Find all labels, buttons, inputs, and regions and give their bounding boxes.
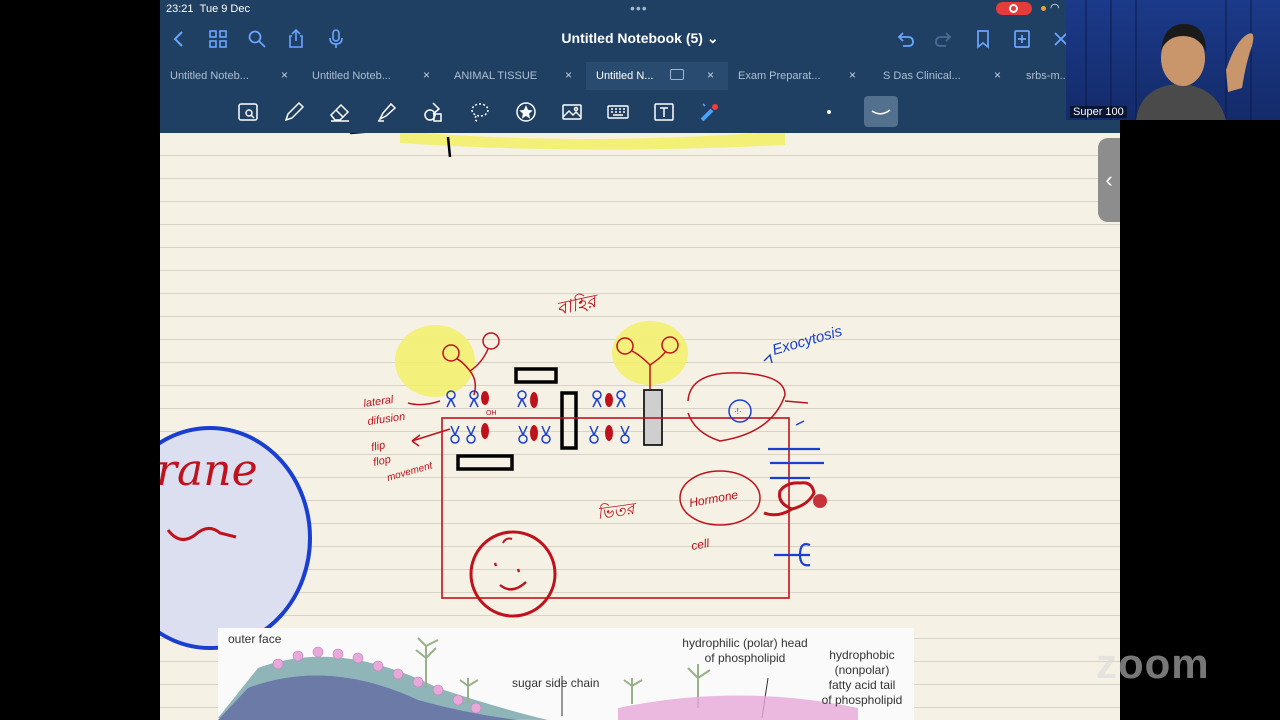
tab-label: ANIMAL TISSUE bbox=[454, 70, 538, 82]
lateral-diffusion-label-2: difusion bbox=[367, 411, 406, 428]
tab-untitled-notebook-active[interactable]: Untitled N... × bbox=[586, 62, 728, 90]
chevron-left-icon: ‹ bbox=[1105, 167, 1113, 192]
big-partial-word: rane bbox=[160, 445, 258, 496]
cell-membrane-figure: outer face sugar side chain hydrophilic … bbox=[218, 628, 914, 720]
tab-label: Untitled Noteb... bbox=[312, 70, 391, 82]
image-icon[interactable] bbox=[558, 98, 586, 126]
flop-label: flop bbox=[372, 454, 392, 469]
split-view-icon[interactable] bbox=[670, 69, 684, 80]
multitask-dots[interactable]: ••• bbox=[630, 0, 648, 16]
hydrophobic-tail-label: hydrophobic (nonpolar) fatty acid tail o… bbox=[821, 648, 903, 707]
zoom-watermark-logo: zoom bbox=[1096, 640, 1210, 687]
tab-close-icon[interactable]: × bbox=[994, 68, 1001, 82]
cell-label: cell bbox=[690, 536, 710, 553]
mic-indicator bbox=[1041, 6, 1046, 11]
nav-bar: 23:21 Tue 9 Dec ••• ◠ Untitled Notebook … bbox=[160, 0, 1120, 62]
status-time: 23:21 Tue 9 Dec bbox=[166, 3, 250, 15]
notebook-app: 23:21 Tue 9 Dec ••• ◠ Untitled Notebook … bbox=[160, 0, 1120, 720]
tab-label: Untitled Noteb... bbox=[170, 70, 249, 82]
lateral-diffusion-label: lateral bbox=[363, 394, 395, 410]
shapes-icon[interactable] bbox=[419, 98, 447, 126]
screen-record-indicator bbox=[996, 2, 1032, 15]
notebook-page[interactable]: rane বাহির OH lateral difusion flip flop… bbox=[160, 133, 1120, 720]
zoom-window-icon[interactable] bbox=[234, 98, 262, 126]
text-box-icon[interactable] bbox=[650, 98, 678, 126]
tab-label: S Das Clinical... bbox=[883, 70, 961, 82]
tab-close-icon[interactable]: × bbox=[281, 68, 288, 82]
exocytosis-label: Exocytosis bbox=[770, 323, 844, 359]
tab-untitled-notebook-1[interactable]: Untitled Noteb... × bbox=[160, 62, 302, 90]
document-tabs: Untitled Noteb... × Untitled Noteb... × AN… bbox=[160, 62, 1120, 90]
bookmark-icon[interactable] bbox=[972, 28, 994, 50]
tab-close-icon[interactable]: × bbox=[849, 68, 856, 82]
flip-label: flip bbox=[370, 439, 386, 454]
tab-close-icon[interactable]: × bbox=[707, 68, 714, 82]
wifi-icon: ◠ bbox=[1050, 2, 1060, 14]
pen-icon[interactable] bbox=[280, 98, 308, 126]
eraser-icon[interactable] bbox=[326, 98, 354, 126]
tab-close-icon[interactable]: × bbox=[565, 68, 572, 82]
bahir-outside-label: বাহির bbox=[554, 289, 601, 319]
highlighter-icon[interactable] bbox=[373, 98, 401, 126]
thin-dot-icon[interactable] bbox=[815, 98, 843, 126]
drawing-toolbar bbox=[160, 90, 1120, 133]
tab-label: Untitled N... bbox=[596, 70, 654, 82]
hormone-label: Hormone bbox=[688, 488, 739, 510]
sidebar-toggle-handle[interactable]: ‹ bbox=[1098, 138, 1120, 222]
bhitor-inside-label: ভিতর bbox=[596, 499, 639, 523]
tab-label: srbs-m... bbox=[1026, 70, 1069, 82]
participant-name: Super 100 bbox=[1070, 106, 1127, 118]
sugar-side-chain-label: sugar side chain bbox=[512, 676, 600, 690]
redo-icon[interactable] bbox=[933, 28, 955, 50]
keyboard-icon[interactable] bbox=[604, 98, 632, 126]
outer-face-label: outer face bbox=[228, 632, 282, 646]
stroke-curve-icon[interactable] bbox=[867, 98, 895, 126]
lasso-icon[interactable] bbox=[466, 98, 494, 126]
tab-label: Exam Preparat... bbox=[738, 70, 821, 82]
zoom-participant-video[interactable]: Super 100 bbox=[1066, 0, 1280, 120]
svg-text:·!·: ·!· bbox=[734, 407, 742, 416]
tab-exam-preparation[interactable]: Exam Preparat... × bbox=[728, 62, 870, 90]
add-page-icon[interactable] bbox=[1011, 28, 1033, 50]
tab-s-das-clinical[interactable]: S Das Clinical... × bbox=[873, 62, 1015, 90]
movement-label: movement bbox=[386, 460, 435, 484]
tab-close-icon[interactable]: × bbox=[423, 68, 430, 82]
sticker-icon[interactable] bbox=[512, 98, 540, 126]
laser-pointer-icon[interactable] bbox=[696, 98, 724, 126]
hydrophilic-head-label: hydrophilic (polar) head of phospholipid bbox=[682, 636, 808, 665]
oh-label: OH bbox=[486, 410, 497, 417]
tab-animal-tissue[interactable]: ANIMAL TISSUE × bbox=[444, 62, 586, 90]
tab-untitled-notebook-2[interactable]: Untitled Noteb... × bbox=[302, 62, 444, 90]
undo-icon[interactable] bbox=[894, 28, 916, 50]
